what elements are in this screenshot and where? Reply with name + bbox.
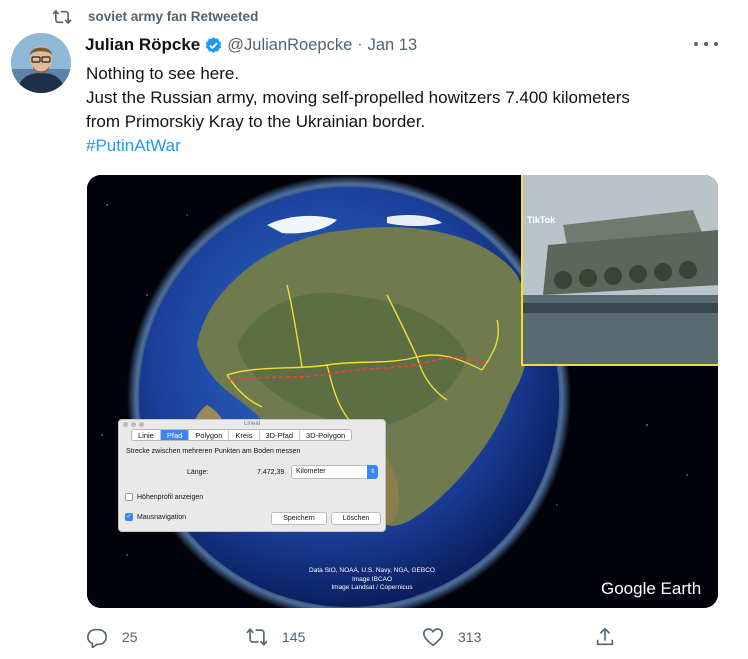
more-options-icon[interactable] [694, 36, 718, 52]
google-earth-logo: Google Earth [601, 579, 702, 598]
tab-kreis[interactable]: Kreis [229, 430, 260, 440]
measure-description: Strecke zwischen mehreren Punkten am Bod… [126, 448, 301, 455]
chevron-updown-icon: ⇕ [367, 465, 378, 479]
separator-dot: · [357, 36, 363, 53]
hashtag-link[interactable]: #PutinAtWar [86, 134, 726, 158]
retweet-count: 145 [282, 629, 306, 645]
delete-button[interactable]: Löschen [331, 512, 381, 525]
attribution-line-1: Data SIO, NOAA, U.S. Navy, NGA, GEBCO [309, 567, 435, 574]
tweet-actions: 25 145 313 [0, 624, 748, 650]
elevation-profile-checkbox[interactable] [125, 493, 133, 501]
elevation-profile-label: Höhenprofil anzeigen [137, 493, 204, 501]
map-attribution: Data SIO, NOAA, U.S. Navy, NGA, GEBCO Im… [282, 567, 462, 593]
retweeted-by-text[interactable]: soviet army fan Retweeted [88, 9, 258, 24]
attribution-line-3: Image Landsat / Copernicus [331, 584, 413, 591]
avatar-image [11, 33, 71, 93]
save-button[interactable]: Speichern [271, 512, 327, 525]
tweet-line-3: from Primorskiy Kray to the Ukrainian bo… [86, 112, 426, 131]
heart-icon [423, 628, 443, 647]
like-button[interactable]: 313 [422, 624, 481, 650]
share-icon [596, 627, 614, 646]
tab-polygon[interactable]: Polygon [189, 430, 230, 440]
length-value: 7.472,39 [257, 469, 285, 476]
tiktok-video-inset[interactable]: TikTok [521, 175, 718, 366]
tweet-media[interactable]: TikTok Lineal Linie Pfad Polygon Kreis 3… [87, 175, 718, 608]
retweet-button[interactable]: 145 [246, 624, 305, 650]
dialog-title: Lineal [243, 421, 260, 427]
reply-button[interactable]: 25 [86, 624, 138, 650]
author-handle[interactable]: @JulianRoepcke [227, 36, 352, 55]
mouse-navigation-row[interactable]: ✓ Mausnavigation [125, 513, 186, 521]
length-label: Länge: [187, 469, 209, 476]
ruler-tabs: Linie Pfad Polygon Kreis 3D-Pfad 3D-Poly… [131, 429, 353, 441]
avatar[interactable] [11, 33, 71, 93]
unit-select-value: Kilometer [296, 468, 326, 475]
tab-3d-pfad[interactable]: 3D-Pfad [260, 430, 301, 440]
verified-badge-icon [206, 36, 222, 53]
reply-icon [87, 628, 107, 648]
tab-pfad[interactable]: Pfad [160, 430, 190, 440]
tab-linie[interactable]: Linie [132, 430, 161, 440]
howitzer-train-image [523, 175, 718, 364]
share-button[interactable] [594, 624, 616, 650]
retweet-icon [52, 9, 72, 25]
tweet-date[interactable]: Jan 13 [368, 36, 418, 55]
attribution-line-2: Image IBCAO [351, 575, 393, 583]
elevation-profile-row[interactable]: Höhenprofil anzeigen [125, 493, 203, 501]
mouse-navigation-label: Mausnavigation [137, 513, 187, 521]
retweet-action-icon [246, 627, 268, 647]
tweet-line-1: Nothing to see here. [86, 64, 240, 83]
mouse-navigation-checkbox[interactable]: ✓ [125, 513, 133, 521]
tweet-text: Nothing to see here. Just the Russian ar… [86, 62, 726, 158]
tweet-line-2: Just the Russian army, moving self-prope… [86, 88, 630, 107]
author-name[interactable]: Julian Röpcke [85, 35, 200, 55]
ruler-dialog: Lineal Linie Pfad Polygon Kreis 3D-Pfad … [118, 419, 386, 532]
like-count: 313 [458, 629, 482, 645]
tab-3d-polygon[interactable]: 3D-Polygon [300, 430, 351, 440]
tiktok-watermark: TikTok [527, 215, 556, 225]
reply-count: 25 [122, 629, 138, 645]
unit-select[interactable]: Kilometer ⇕ [291, 465, 378, 479]
tweet-header: Julian Röpcke @JulianRoepcke · Jan 13 [85, 34, 417, 56]
